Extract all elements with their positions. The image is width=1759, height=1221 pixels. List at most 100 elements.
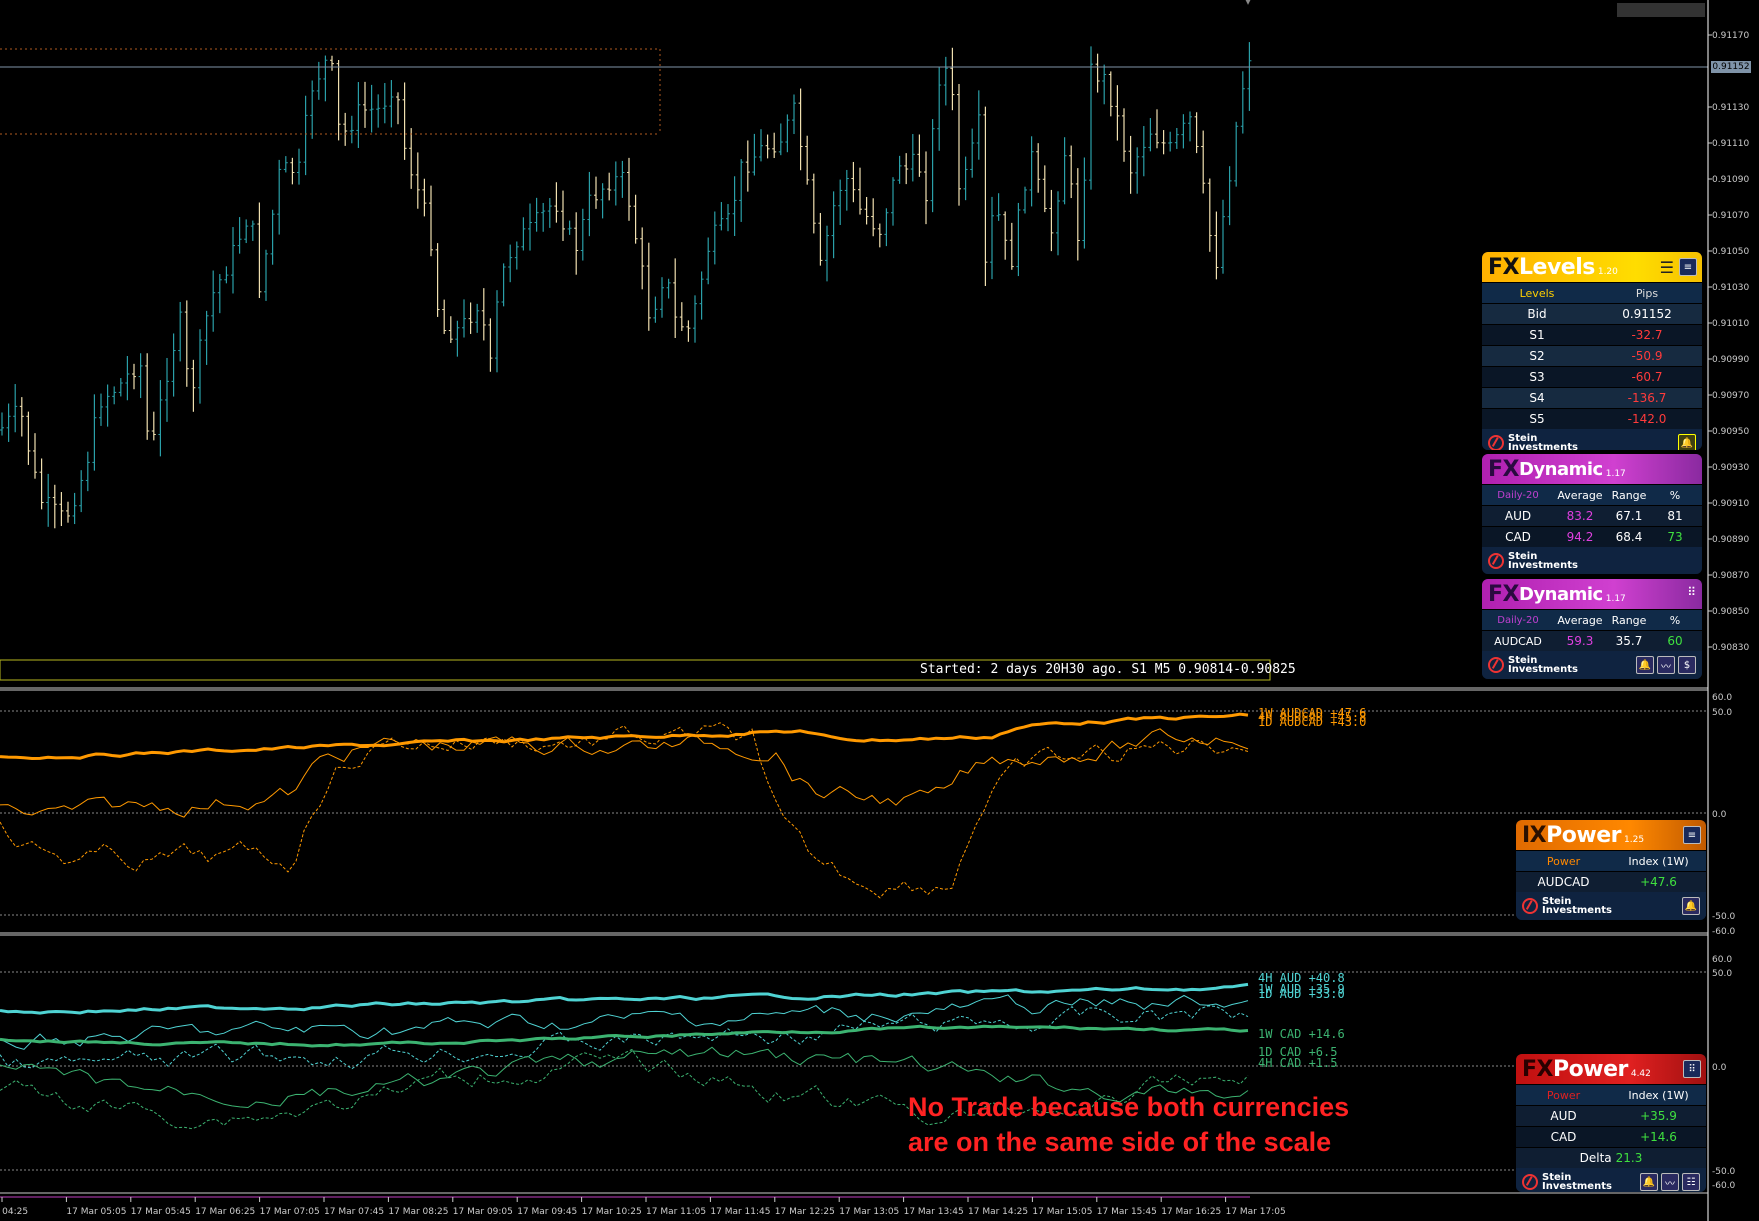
col-power: Power xyxy=(1546,1088,1581,1102)
sub-axis-label: 60.0 xyxy=(1712,955,1732,965)
fxlevels-name-b: Levels xyxy=(1519,254,1595,280)
fxdynamic1-row-cad: CAD 94.2 68.4 73 xyxy=(1482,526,1702,547)
menu-lines-icon[interactable]: ☰ xyxy=(1660,258,1674,277)
fxdynamic2-name-b: Dynamic xyxy=(1519,583,1603,605)
time-axis-label: 17 Mar 16:25 xyxy=(1161,1207,1221,1217)
price-axis-label: 0.91170 xyxy=(1712,31,1749,41)
stein-logo-icon xyxy=(1522,1174,1538,1190)
col-pct: % xyxy=(1669,488,1681,502)
table-icon[interactable]: ☷ xyxy=(1682,1173,1700,1191)
price-axis-label: 0.90970 xyxy=(1712,391,1749,401)
stein-logo: Stein Investments xyxy=(1488,552,1578,571)
row-label: AUDCAD xyxy=(1537,875,1590,889)
time-axis-label: 17 Mar 07:05 xyxy=(260,1207,320,1217)
fxdynamic-currencies-panel[interactable]: FX Dynamic 1.17 Daily-20 Average Range % … xyxy=(1482,454,1702,574)
level-pips: -142.0 xyxy=(1627,412,1667,426)
top-scroll-box[interactable] xyxy=(1617,3,1705,17)
fx-label-4: 1W CAD +14.6 xyxy=(1258,1027,1345,1041)
fxpower-row-aud: AUD +35.9 xyxy=(1516,1105,1706,1126)
time-axis-label: 17 Mar 10:25 xyxy=(582,1207,642,1217)
time-axis-label: 17 Mar 04:25 xyxy=(0,1207,28,1217)
fxpower-panel[interactable]: FX Power 4.42 ⠿ Power Index (1W) AUD +35.… xyxy=(1516,1054,1706,1192)
price-axis-label: 0.90930 xyxy=(1712,463,1749,473)
fxlevels-footer: Stein Investments 🔔 xyxy=(1482,429,1702,450)
time-axis: 17 Mar 04:25 17 Mar 05:05 17 Mar 05:45 17 M… xyxy=(0,1197,1286,1217)
scroll-arrow-icon[interactable]: ▾ xyxy=(1245,0,1251,8)
time-axis-label: 17 Mar 14:25 xyxy=(968,1207,1028,1217)
fxlevels-header[interactable]: FX Levels 1.20 ☰ ≡ xyxy=(1482,252,1702,282)
list-view-icon[interactable]: ≡ xyxy=(1683,826,1701,844)
fxpower-header[interactable]: FX Power 4.42 ⠿ xyxy=(1516,1054,1706,1084)
fx-label-3: 1D AUD +33.0 xyxy=(1258,987,1345,1001)
fxdynamic2-version: 1.17 xyxy=(1605,594,1626,604)
price-axis-label: 0.90890 xyxy=(1712,535,1749,545)
time-axis-label: 17 Mar 15:45 xyxy=(1097,1207,1157,1217)
level-label: Bid xyxy=(1527,307,1547,321)
power-line xyxy=(0,722,1249,899)
col-period: Daily-20 xyxy=(1497,489,1539,501)
row-range: 35.7 xyxy=(1615,634,1643,648)
fxdynamic1-col-header: Daily-20 Average Range % xyxy=(1482,484,1702,505)
ixpower-lines xyxy=(0,712,1249,899)
fxdynamic1-name-b: Dynamic xyxy=(1519,458,1603,480)
time-axis-label: 17 Mar 11:45 xyxy=(710,1207,770,1217)
fxpower-version: 4.42 xyxy=(1630,1069,1651,1079)
price-axis-label: 0.90950 xyxy=(1712,427,1749,437)
time-axis-label: 17 Mar 06:25 xyxy=(195,1207,255,1217)
ixpower-name-b: Power xyxy=(1546,822,1621,848)
note-line-2: are on the same side of the scale xyxy=(908,1127,1332,1157)
fxdynamic-pair-panel[interactable]: FX Dynamic 1.17 ⠿ Daily-20 Average Range … xyxy=(1482,579,1702,679)
fxdynamic1-footer: Stein Investments xyxy=(1482,547,1702,574)
time-axis-label: 17 Mar 17:05 xyxy=(1226,1207,1286,1217)
alert-bell-icon[interactable]: 🔔 xyxy=(1678,434,1696,450)
status-text: Started: 2 days 20H30 ago. S1 M5 0.90814… xyxy=(920,662,1296,677)
row-label: AUD xyxy=(1504,509,1532,523)
fxdynamic1-row-aud: AUD 83.2 67.1 81 xyxy=(1482,505,1702,526)
col-pips: Pips xyxy=(1635,286,1659,300)
row-label: CAD xyxy=(1505,530,1531,544)
fxdynamic1-header[interactable]: FX Dynamic 1.17 xyxy=(1482,454,1702,484)
level-label: S5 xyxy=(1529,412,1545,426)
row-label: AUDCAD xyxy=(1494,634,1542,648)
row-label: CAD xyxy=(1550,1130,1577,1144)
row-pct: 60 xyxy=(1667,634,1683,648)
power-line xyxy=(0,982,1249,1015)
ixpower-panel[interactable]: IX Power 1.25 ≡ Power Index (1W) AUDCAD +… xyxy=(1516,820,1706,920)
no-trade-note: No Trade because both currencies are on … xyxy=(908,1090,1349,1160)
sub-axis-label: 60.0 xyxy=(1712,693,1732,703)
price-axis-label: 0.90870 xyxy=(1712,571,1749,581)
price-axis-label: 0.90990 xyxy=(1712,355,1749,365)
alert-bell-icon[interactable]: 🔔 xyxy=(1682,897,1700,915)
currency-icon[interactable]: $ xyxy=(1678,656,1696,674)
row-average: 94.2 xyxy=(1566,530,1594,544)
time-axis-label: 17 Mar 05:05 xyxy=(66,1207,126,1217)
ixpower-header[interactable]: IX Power 1.25 ≡ xyxy=(1516,820,1706,850)
sub-axis-label: -60.0 xyxy=(1712,1181,1736,1191)
alert-bell-icon[interactable]: 🔔 xyxy=(1640,1173,1658,1191)
row-average: 59.3 xyxy=(1566,634,1594,648)
sub-axis-label: -50.0 xyxy=(1712,912,1736,922)
alert-bell-icon[interactable]: 🔔 xyxy=(1636,656,1654,674)
grid-icon[interactable]: ⠿ xyxy=(1683,1060,1701,1078)
fxdynamic2-col-header: Daily-20 Average Range % xyxy=(1482,609,1702,630)
stein-logo: Stein Investments xyxy=(1522,897,1612,916)
sub-axis-label: 0.0 xyxy=(1712,810,1727,820)
time-axis-label: 17 Mar 12:25 xyxy=(775,1207,835,1217)
level-pips: -60.7 xyxy=(1631,370,1663,384)
list-view-icon[interactable]: ≡ xyxy=(1679,258,1697,276)
chart-line-icon[interactable]: 〰 xyxy=(1661,1173,1679,1191)
fxlevels-row: S3 -60.7 xyxy=(1482,366,1702,387)
price-axis-label: 0.91010 xyxy=(1712,319,1749,329)
fxlevels-row: S5 -142.0 xyxy=(1482,408,1702,429)
fxdynamic2-footer: Stein Investments 🔔 〰 $ xyxy=(1482,651,1702,679)
chart-line-icon[interactable]: 〰 xyxy=(1657,656,1675,674)
time-axis-label: 17 Mar 05:45 xyxy=(131,1207,191,1217)
row-value: +35.9 xyxy=(1640,1109,1677,1123)
fxdynamic1-name-a: FX xyxy=(1488,456,1520,482)
fxlevels-panel[interactable]: FX Levels 1.20 ☰ ≡ Levels Pips Bid 0.91152… xyxy=(1482,252,1702,450)
dots-grid-icon[interactable]: ⠿ xyxy=(1687,585,1696,599)
fxdynamic2-header[interactable]: FX Dynamic 1.17 ⠿ xyxy=(1482,579,1702,609)
col-range: Range xyxy=(1611,488,1647,502)
delta-label: Delta xyxy=(1579,1151,1612,1165)
time-axis-label: 17 Mar 08:25 xyxy=(388,1207,448,1217)
